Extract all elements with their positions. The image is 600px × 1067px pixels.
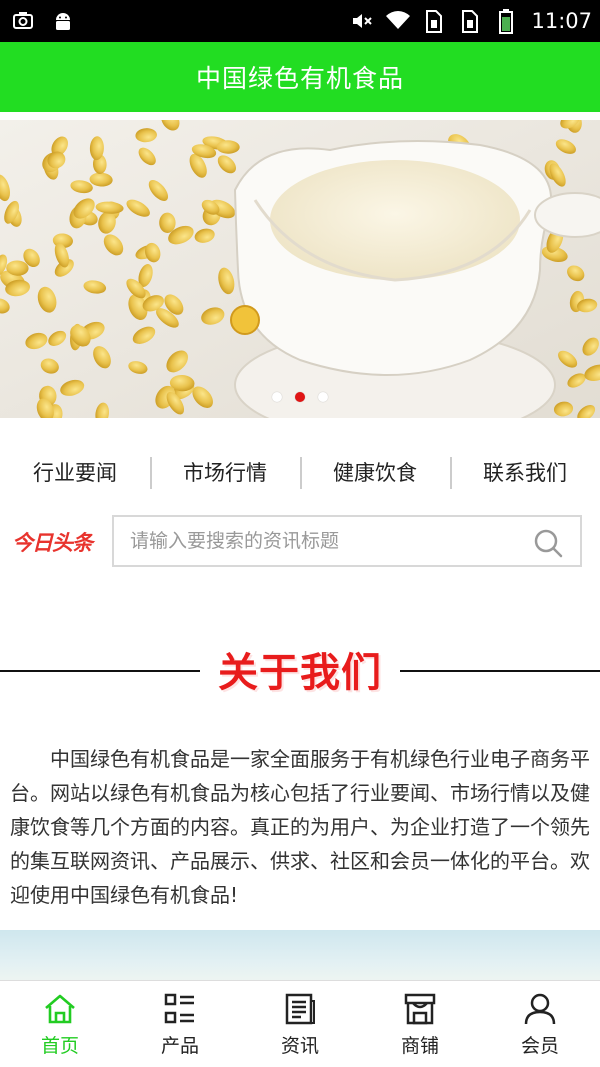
- about-title: 关于我们: [218, 649, 382, 696]
- banner-image: [0, 120, 600, 418]
- wifi-icon: [385, 8, 411, 34]
- nav-market-quotes[interactable]: 市场行情: [150, 457, 300, 489]
- toutiao-logo: 今日头条: [12, 531, 93, 555]
- carousel-dot[interactable]: [272, 392, 282, 402]
- store-icon: [404, 993, 436, 1025]
- sim2-icon: [457, 8, 483, 34]
- carousel-dot[interactable]: [295, 392, 305, 402]
- about-description: 中国绿色有机食品是一家全面服务于有机绿色行业电子商务平台。网站以绿色有机食品为核…: [10, 747, 590, 907]
- tab-member[interactable]: 会员: [480, 981, 600, 1067]
- nav-healthy-diet[interactable]: 健康饮食: [300, 457, 450, 489]
- carousel-indicators: [0, 392, 600, 402]
- nav-contact-us[interactable]: 联系我们: [450, 457, 600, 489]
- tab-label-news: 资讯: [280, 1035, 319, 1057]
- home-icon: [45, 994, 75, 1024]
- search-icon[interactable]: [532, 527, 564, 559]
- tab-label-member: 会员: [520, 1035, 559, 1057]
- android-icon: [50, 8, 76, 34]
- search-row: 今日头条: [0, 515, 600, 567]
- grid-list-icon: [164, 993, 194, 1024]
- bottom-tab-bar: 首页 产品 资讯 商铺 会员: [0, 980, 600, 1067]
- user-icon: [524, 993, 556, 1025]
- nav-industry-news[interactable]: 行业要闻: [0, 457, 150, 487]
- divider-right: [400, 670, 600, 672]
- divider-left: [0, 670, 200, 672]
- clock: 11:07: [531, 9, 592, 33]
- screenshot-icon: [10, 8, 36, 34]
- carousel-dot[interactable]: [318, 392, 328, 402]
- tab-news[interactable]: 资讯: [240, 981, 360, 1067]
- mute-icon: [349, 8, 375, 34]
- banner-carousel[interactable]: [0, 120, 600, 418]
- tab-label-home: 首页: [40, 1035, 79, 1057]
- tab-products[interactable]: 产品: [120, 981, 240, 1067]
- tab-label-products: 产品: [160, 1035, 199, 1057]
- about-heading: 关于我们: [0, 640, 600, 698]
- app-title: 中国绿色有机食品: [195, 64, 404, 93]
- tab-home[interactable]: 首页: [0, 981, 120, 1067]
- search-input[interactable]: [130, 517, 520, 565]
- category-nav: 行业要闻 市场行情 健康饮食 联系我们: [0, 442, 600, 502]
- secondary-banner[interactable]: [0, 930, 600, 982]
- tab-stores[interactable]: 商铺: [360, 981, 480, 1067]
- app-header: 中国绿色有机食品: [0, 42, 600, 112]
- newspaper-icon: [285, 993, 315, 1025]
- search-box[interactable]: [112, 515, 582, 567]
- sim1-icon: [421, 8, 447, 34]
- tab-label-stores: 商铺: [400, 1035, 439, 1057]
- battery-icon: [493, 8, 519, 34]
- status-bar: 11:07: [0, 0, 600, 42]
